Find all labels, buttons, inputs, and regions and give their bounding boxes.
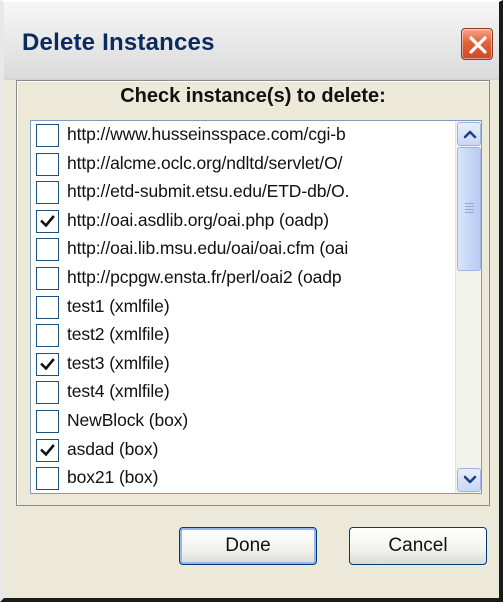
instance-checkbox[interactable] [36, 409, 59, 433]
close-icon [469, 36, 487, 54]
instance-label: test3 (xmlfile) [67, 352, 170, 373]
instance-checkbox[interactable] [36, 266, 59, 290]
scroll-thumb[interactable] [457, 147, 481, 271]
title-bar[interactable]: Delete Instances [4, 2, 499, 80]
list-item[interactable]: http://etd-submit.etsu.edu/ETD-db/O. [31, 178, 455, 207]
window-title: Delete Instances [22, 29, 215, 56]
instance-label: asdad (box) [67, 438, 159, 459]
instance-label: http://pcpgw.ensta.fr/perl/oai2 (oadp [67, 266, 342, 287]
instance-label: http://etd-submit.etsu.edu/ETD-db/O. [67, 181, 350, 202]
list-item[interactable]: test3 (xmlfile) [31, 350, 455, 379]
instance-checkbox[interactable] [36, 181, 59, 205]
scroll-down-button[interactable] [457, 468, 481, 492]
instance-rows: http://www.husseinsspace.com/cgi-b http:/… [31, 121, 455, 493]
instance-checkbox[interactable] [36, 352, 59, 376]
instance-checkbox[interactable] [36, 324, 59, 348]
done-button[interactable]: Done [179, 527, 317, 565]
list-item[interactable]: test4 (xmlfile) [31, 378, 455, 407]
instance-checkbox[interactable] [36, 295, 59, 319]
instance-checkbox[interactable] [36, 124, 59, 147]
chevron-up-icon [463, 130, 477, 139]
instance-checkbox[interactable] [36, 209, 59, 233]
instance-checkbox[interactable] [36, 381, 59, 405]
list-item[interactable]: NewBlock (box) [31, 407, 455, 436]
cancel-button[interactable]: Cancel [349, 527, 487, 565]
chevron-down-icon [463, 475, 477, 484]
list-item[interactable]: test2 (xmlfile) [31, 321, 455, 350]
list-item[interactable]: http://oai.asdlib.org/oai.php (oadp) [31, 207, 455, 236]
group-caption: Check instance(s) to delete: [120, 85, 386, 107]
checkmark-icon [40, 357, 55, 371]
list-item[interactable]: http://oai.lib.msu.edu/oai/oai.cfm (oai [31, 235, 455, 264]
instance-label: http://oai.asdlib.org/oai.php (oadp) [67, 209, 329, 230]
vertical-scrollbar[interactable] [455, 121, 481, 493]
instance-label: test2 (xmlfile) [67, 324, 170, 345]
close-button[interactable] [461, 28, 493, 60]
checkmark-icon [40, 443, 55, 456]
instance-label: box21 (box) [67, 467, 159, 488]
instance-checkbox[interactable] [36, 152, 59, 176]
instance-label: http://alcme.oclc.org/ndltd/servlet/O/ [67, 152, 343, 173]
scroll-grip-icon [465, 203, 474, 215]
list-item[interactable]: http://www.husseinsspace.com/cgi-b [31, 121, 455, 150]
instance-checkbox[interactable] [36, 467, 59, 491]
instance-label: test1 (xmlfile) [67, 295, 170, 316]
scroll-up-button[interactable] [457, 122, 481, 146]
list-item[interactable]: box21 (box) [31, 464, 455, 493]
instance-checkbox[interactable] [36, 438, 59, 462]
instance-label: NewBlock (box) [67, 409, 189, 430]
list-item[interactable]: http://pcpgw.ensta.fr/perl/oai2 (oadp [31, 264, 455, 293]
list-item[interactable]: test1 (xmlfile) [31, 293, 455, 322]
list-item[interactable]: http://alcme.oclc.org/ndltd/servlet/O/ [31, 150, 455, 179]
instance-label: test4 (xmlfile) [67, 381, 170, 402]
dialog-window: Delete Instances Check instance(s) to de… [0, 0, 503, 602]
instance-checkbox[interactable] [36, 238, 59, 262]
instance-label: http://oai.lib.msu.edu/oai/oai.cfm (oai [67, 238, 349, 259]
instance-label: http://www.husseinsspace.com/cgi-b [67, 124, 346, 144]
list-item[interactable]: asdad (box) [31, 436, 455, 465]
instance-list[interactable]: http://www.husseinsspace.com/cgi-b http:/… [30, 120, 482, 494]
checkmark-icon [40, 214, 55, 228]
